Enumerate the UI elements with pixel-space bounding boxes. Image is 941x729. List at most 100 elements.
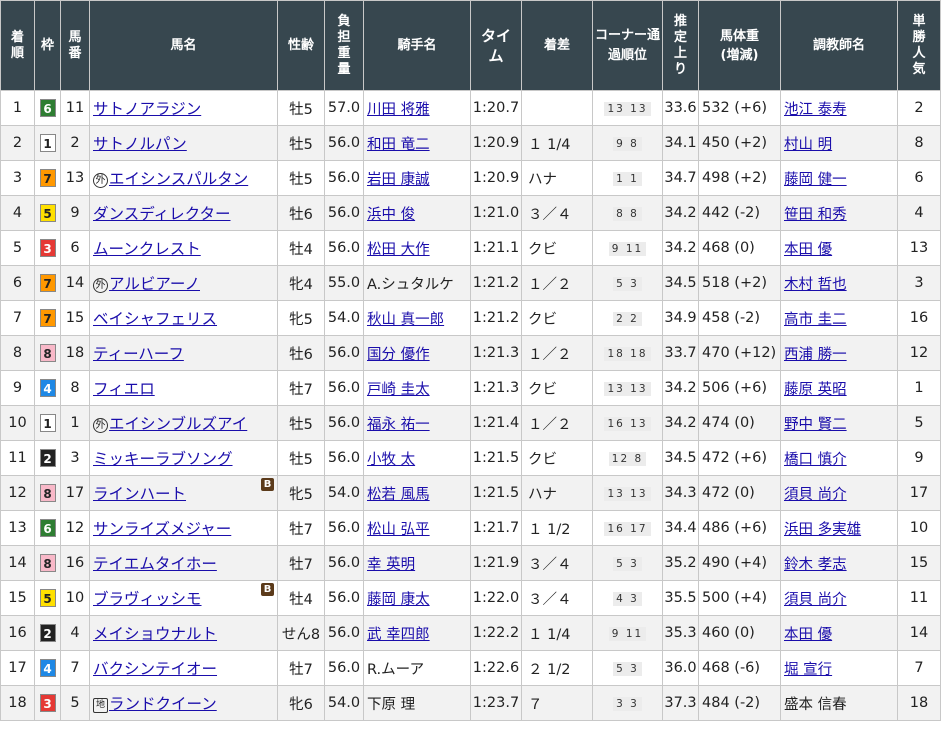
jockey-link[interactable]: 小牧 太 [367,452,415,468]
popularity: 13 [897,230,941,266]
horse-name-link[interactable]: ランドクイーン [109,695,217,713]
header-finish-position: 着順 [0,0,35,91]
header-horse-name: 馬名 [89,0,278,91]
trainer-cell: 堀 宣行 [780,650,898,686]
body-weight: 472 (+6) [698,440,781,476]
jockey-link[interactable]: 岩田 康誠 [367,172,430,188]
gate-badge: 3 [39,694,56,712]
trainer-cell: 笹田 和秀 [780,195,898,231]
popularity: 7 [897,650,941,686]
sex-age: 牝5 [277,300,325,336]
trainer-link[interactable]: 高市 圭二 [784,312,847,328]
trainer-link[interactable]: 村山 明 [784,137,832,153]
sex-age: 牡4 [277,230,325,266]
last-3f: 35.3 [662,615,699,651]
jockey-link[interactable]: 松若 風馬 [367,487,430,503]
trainer-link[interactable]: 須貝 尚介 [784,487,847,503]
last-3f: 34.1 [662,125,699,161]
jockey-link[interactable]: 武 幸四郎 [367,627,430,643]
gate-cell: 6 [34,510,61,546]
trainer-cell: 西浦 勝一 [780,335,898,371]
trainer-link[interactable]: 藤原 英昭 [784,382,847,398]
horse-number: 5 [60,685,90,721]
gate-badge: 8 [39,554,56,572]
finish-time: 1:20.7 [470,90,522,126]
horse-name-link[interactable]: ブラヴィッシモ [93,590,202,608]
gate-cell: 8 [34,335,61,371]
table-row: 6 7 14 外アルビアーノ 牝4 55.0 A.シュタルケ 1:21.2 １／２ 5 3 34.5… [0,265,941,301]
horse-name-link[interactable]: ムーンクレスト [93,240,201,258]
horse-name-cell: ムーンクレスト [89,230,278,266]
trainer-cell: 橋口 慎介 [780,440,898,476]
horse-name-link[interactable]: ティーハーフ [93,345,184,363]
horse-name-link[interactable]: フィエロ [93,380,155,398]
trainer-link[interactable]: 野中 賢二 [784,417,847,433]
corner-cell: 4 3 [592,580,663,616]
horse-number: 7 [60,650,90,686]
trainer-link[interactable]: 池江 泰寿 [784,102,847,118]
trainer-link[interactable]: 木村 哲也 [784,277,847,293]
margin: １／２ [521,335,593,371]
horse-name-link[interactable]: ベイシャフェリス [93,310,217,328]
weight-carried: 54.0 [324,475,364,511]
body-weight: 442 (-2) [698,195,781,231]
jockey-cell: A.シュタルケ [363,265,471,301]
horse-name-link[interactable]: ラインハート [93,485,186,503]
finish-time: 1:21.3 [470,335,522,371]
weight-carried: 56.0 [324,370,364,406]
horse-name-cell: ベイシャフェリス [89,300,278,336]
jockey-link[interactable]: 藤岡 康太 [367,592,430,608]
horse-name-cell: ミッキーラブソング [89,440,278,476]
corner-cell: 16 13 [592,405,663,441]
horse-number: 6 [60,230,90,266]
finish-time: 1:23.7 [470,685,522,721]
horse-name-link[interactable]: サトノアラジン [93,100,201,118]
horse-name-link[interactable]: メイショウナルト [93,625,217,643]
finish-position: 6 [0,265,35,301]
gate-badge: 5 [39,204,56,222]
finish-time: 1:21.2 [470,265,522,301]
trainer-link[interactable]: 西浦 勝一 [784,347,847,363]
gate-cell: 1 [34,125,61,161]
trainer-link[interactable]: 鈴木 孝志 [784,557,847,573]
jockey-name: R.ムーア [367,661,425,678]
jockey-link[interactable]: 国分 優作 [367,347,430,363]
corner-cell: 16 17 [592,510,663,546]
trainer-link[interactable]: 浜田 多実雄 [784,522,861,538]
jockey-link[interactable]: 松山 弘平 [367,522,430,538]
trainer-link[interactable]: 橋口 慎介 [784,452,847,468]
trainer-link[interactable]: 笹田 和秀 [784,207,847,223]
jockey-link[interactable]: 福永 祐一 [367,417,430,433]
jockey-link[interactable]: 川田 将雅 [367,102,430,118]
horse-name-link[interactable]: アルビアーノ [109,275,200,293]
horse-name-cell: サンライズメジャー [89,510,278,546]
jockey-link[interactable]: 戸崎 圭太 [367,382,430,398]
horse-name-link[interactable]: ダンスディレクター [93,205,231,223]
trainer-link[interactable]: 本田 優 [784,627,832,643]
trainer-link[interactable]: 藤岡 健一 [784,172,847,188]
jockey-link[interactable]: 幸 英明 [367,557,415,573]
trainer-link[interactable]: 須貝 尚介 [784,592,847,608]
weight-carried: 54.0 [324,685,364,721]
corner-cell: 18 18 [592,335,663,371]
horse-name-link[interactable]: ミッキーラブソング [93,450,233,468]
jockey-link[interactable]: 浜中 俊 [367,207,415,223]
horse-number: 13 [60,160,90,196]
horse-name-link[interactable]: サンライズメジャー [93,520,231,538]
body-weight: 500 (+4) [698,580,781,616]
horse-name-link[interactable]: バクシンテイオー [93,660,217,678]
jockey-link[interactable]: 和田 竜二 [367,137,430,153]
body-weight: 468 (0) [698,230,781,266]
last-3f: 34.5 [662,265,699,301]
horse-name-link[interactable]: サトノルパン [93,135,187,153]
trainer-link[interactable]: 本田 優 [784,242,832,258]
finish-time: 1:20.9 [470,125,522,161]
trainer-link[interactable]: 堀 宣行 [784,662,832,678]
horse-name-link[interactable]: テイエムタイホー [93,555,217,573]
jockey-link[interactable]: 松田 大作 [367,242,430,258]
weight-carried: 56.0 [324,335,364,371]
jockey-link[interactable]: 秋山 真一郎 [367,312,444,328]
horse-name-link[interactable]: エイシンスパルタン [109,170,248,188]
horse-name-link[interactable]: エイシンブルズアイ [109,415,247,433]
gate-badge: 1 [39,414,56,432]
